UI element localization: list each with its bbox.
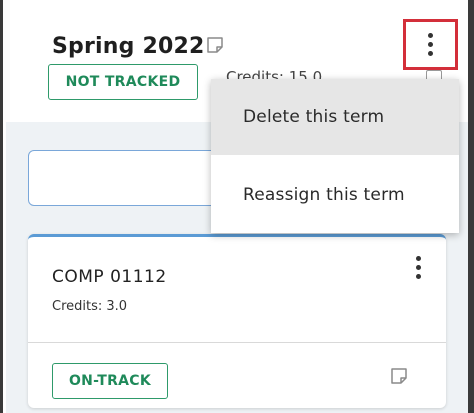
course-divider: [28, 342, 446, 343]
course-menu-kebab-icon[interactable]: [404, 249, 432, 285]
kebab-vertical-icon[interactable]: [415, 26, 445, 62]
course-code: COMP 01112: [52, 267, 167, 287]
note-icon[interactable]: [206, 36, 224, 54]
term-actions-menu: Delete this term Reassign this term: [211, 79, 459, 233]
window-right-border: [468, 0, 474, 413]
term-input-box[interactable]: [28, 150, 228, 206]
menu-item-reassign-term[interactable]: Reassign this term: [211, 157, 459, 233]
course-status-badge: ON-TRACK: [52, 363, 168, 399]
course-note-icon[interactable]: [390, 367, 408, 385]
course-card: COMP 01112 Credits: 3.0 ON-TRACK: [28, 234, 446, 408]
term-status-badge: NOT TRACKED: [48, 64, 198, 100]
menu-item-delete-term[interactable]: Delete this term: [211, 79, 459, 155]
course-credits: Credits: 3.0: [52, 299, 128, 314]
window-left-border: [0, 0, 3, 413]
term-title: Spring 2022: [52, 34, 205, 59]
